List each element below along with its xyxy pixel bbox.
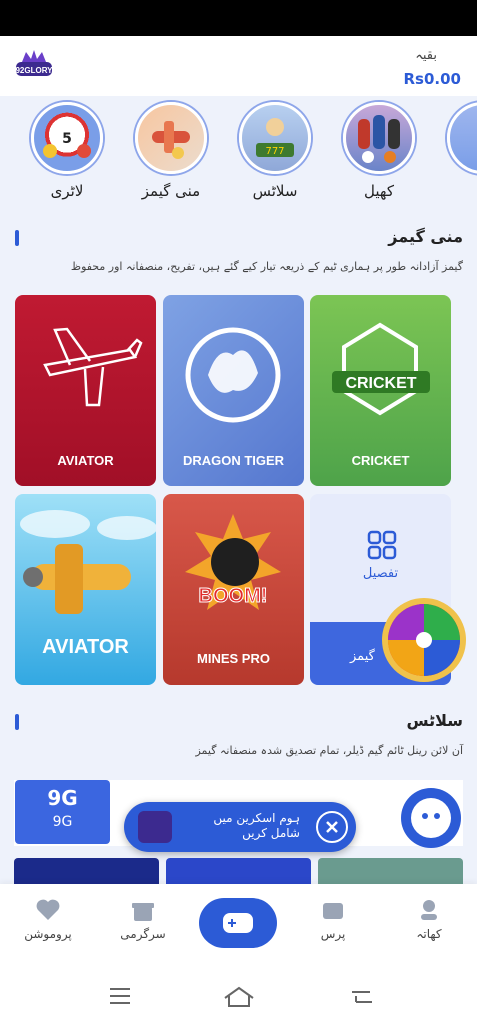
lottery-icon: 5: [31, 102, 103, 174]
svg-text:92GLORY: 92GLORY: [15, 66, 53, 75]
status-bar: [0, 0, 477, 36]
category-lottery[interactable]: 5 لاٹری: [29, 102, 105, 200]
mini-games-title: منی گیمز: [388, 227, 463, 246]
nav-wallet[interactable]: پرس: [293, 896, 373, 941]
svg-text:5: 5: [62, 131, 72, 147]
nav-activity[interactable]: سرگرمی: [103, 896, 183, 941]
bottom-navigation: پروموشن سرگرمی پرس کھاتہ: [0, 884, 477, 970]
category-slots[interactable]: 777 سلاٹس: [237, 102, 313, 200]
category-more[interactable]: [445, 102, 477, 174]
app-logo: [138, 811, 172, 843]
game-tile-cricket[interactable]: CRICKET CRICKET: [310, 295, 451, 486]
section-accent: [15, 714, 19, 730]
gamepad-icon: [223, 913, 253, 933]
tile-label: DRAGON TIGER: [182, 453, 285, 468]
game-tile-mines-pro[interactable]: BOOM! MINES PRO: [163, 494, 304, 685]
provider-9g-logo: 9G: [47, 786, 78, 810]
add-to-home-banner[interactable]: ہوم اسکرین میں شامل کریں: [124, 802, 356, 852]
tile-label: CRICKET: [351, 453, 410, 468]
game-tile-aviator-2[interactable]: AVIATOR: [15, 494, 156, 685]
mini-games-description: گیمز آزادانہ طور پر ہماری ٹیم کے ذریعہ ت…: [70, 260, 463, 273]
spin-wheel-icon[interactable]: [380, 596, 468, 684]
category-label: کھیل: [364, 182, 394, 200]
sports-icon: [343, 102, 415, 174]
nav-label: کھاتہ: [416, 927, 442, 941]
category-bar: 5 لاٹری منی گیمز 777 سلاٹس کھیل: [0, 96, 477, 206]
slots-title: سلاٹس: [406, 711, 463, 730]
dragon-tiger-icon: [185, 327, 281, 423]
nav-games-button[interactable]: [199, 898, 277, 948]
chatbot-icon: [411, 798, 451, 838]
svg-text:CRICKET: CRICKET: [345, 375, 416, 392]
tile-label: AVIATOR: [42, 636, 129, 658]
gift-icon: [132, 903, 154, 921]
category-mini-games[interactable]: منی گیمز: [133, 102, 209, 200]
details-label: تفصیل: [362, 566, 399, 581]
tile-label: AVIATOR: [57, 453, 114, 468]
category-label: لاٹری: [50, 182, 84, 200]
category-label: منی گیمز: [141, 182, 201, 200]
slots-description: آن لائن رینل ٹائم گیم ڈیلر، تمام تصدیق ش…: [195, 744, 463, 757]
chat-support-button[interactable]: [401, 788, 461, 848]
section-accent: [15, 230, 19, 246]
banner-line-2: شامل کریں: [242, 826, 300, 840]
heart-icon: [36, 899, 60, 920]
bomb-icon: BOOM!: [185, 514, 281, 610]
nav-promotion[interactable]: پروموشن: [8, 896, 88, 941]
back-icon[interactable]: [350, 986, 376, 1006]
provider-9g[interactable]: 9G 9G: [15, 780, 110, 844]
menu-icon[interactable]: [108, 986, 132, 1006]
airplane-icon: [43, 327, 143, 407]
provider-9g-label: 9G: [52, 814, 73, 830]
user-icon: [421, 900, 437, 920]
banner-line-1: ہوم اسکرین میں: [213, 811, 300, 825]
balance-label: بقیہ: [415, 48, 437, 63]
game-tile-aviator[interactable]: AVIATOR: [15, 295, 156, 486]
cricket-ball-icon: CRICKET: [332, 322, 430, 416]
game-tile-dragon-tiger[interactable]: DRAGON TIGER: [163, 295, 304, 486]
nav-label: پروموشن: [24, 927, 72, 941]
more-games-label: گیمز: [350, 649, 375, 664]
wallet-icon: [323, 903, 343, 919]
plane-icon: [135, 102, 207, 174]
tile-label: MINES PRO: [197, 651, 270, 666]
slots-icon: 777: [239, 102, 311, 174]
svg-text:777: 777: [265, 146, 284, 157]
svg-text:BOOM!: BOOM!: [199, 585, 268, 607]
plane-icon: [20, 510, 156, 614]
nav-account[interactable]: کھاتہ: [389, 896, 469, 941]
nav-label: پرس: [320, 927, 346, 941]
home-icon[interactable]: [222, 984, 256, 1008]
nav-label: سرگرمی: [120, 927, 166, 941]
close-icon[interactable]: [316, 811, 348, 843]
category-label: سلاٹس: [252, 182, 298, 200]
category-more-icon: [447, 102, 477, 174]
category-sports[interactable]: کھیل: [341, 102, 417, 200]
system-navigation: [0, 970, 477, 1024]
balance-value: Rs0.00: [403, 70, 462, 88]
grid-icon: [367, 530, 397, 560]
app-header: 92GLORY بقیہ Rs0.00: [0, 36, 477, 96]
app-logo[interactable]: 92GLORY: [14, 48, 54, 84]
